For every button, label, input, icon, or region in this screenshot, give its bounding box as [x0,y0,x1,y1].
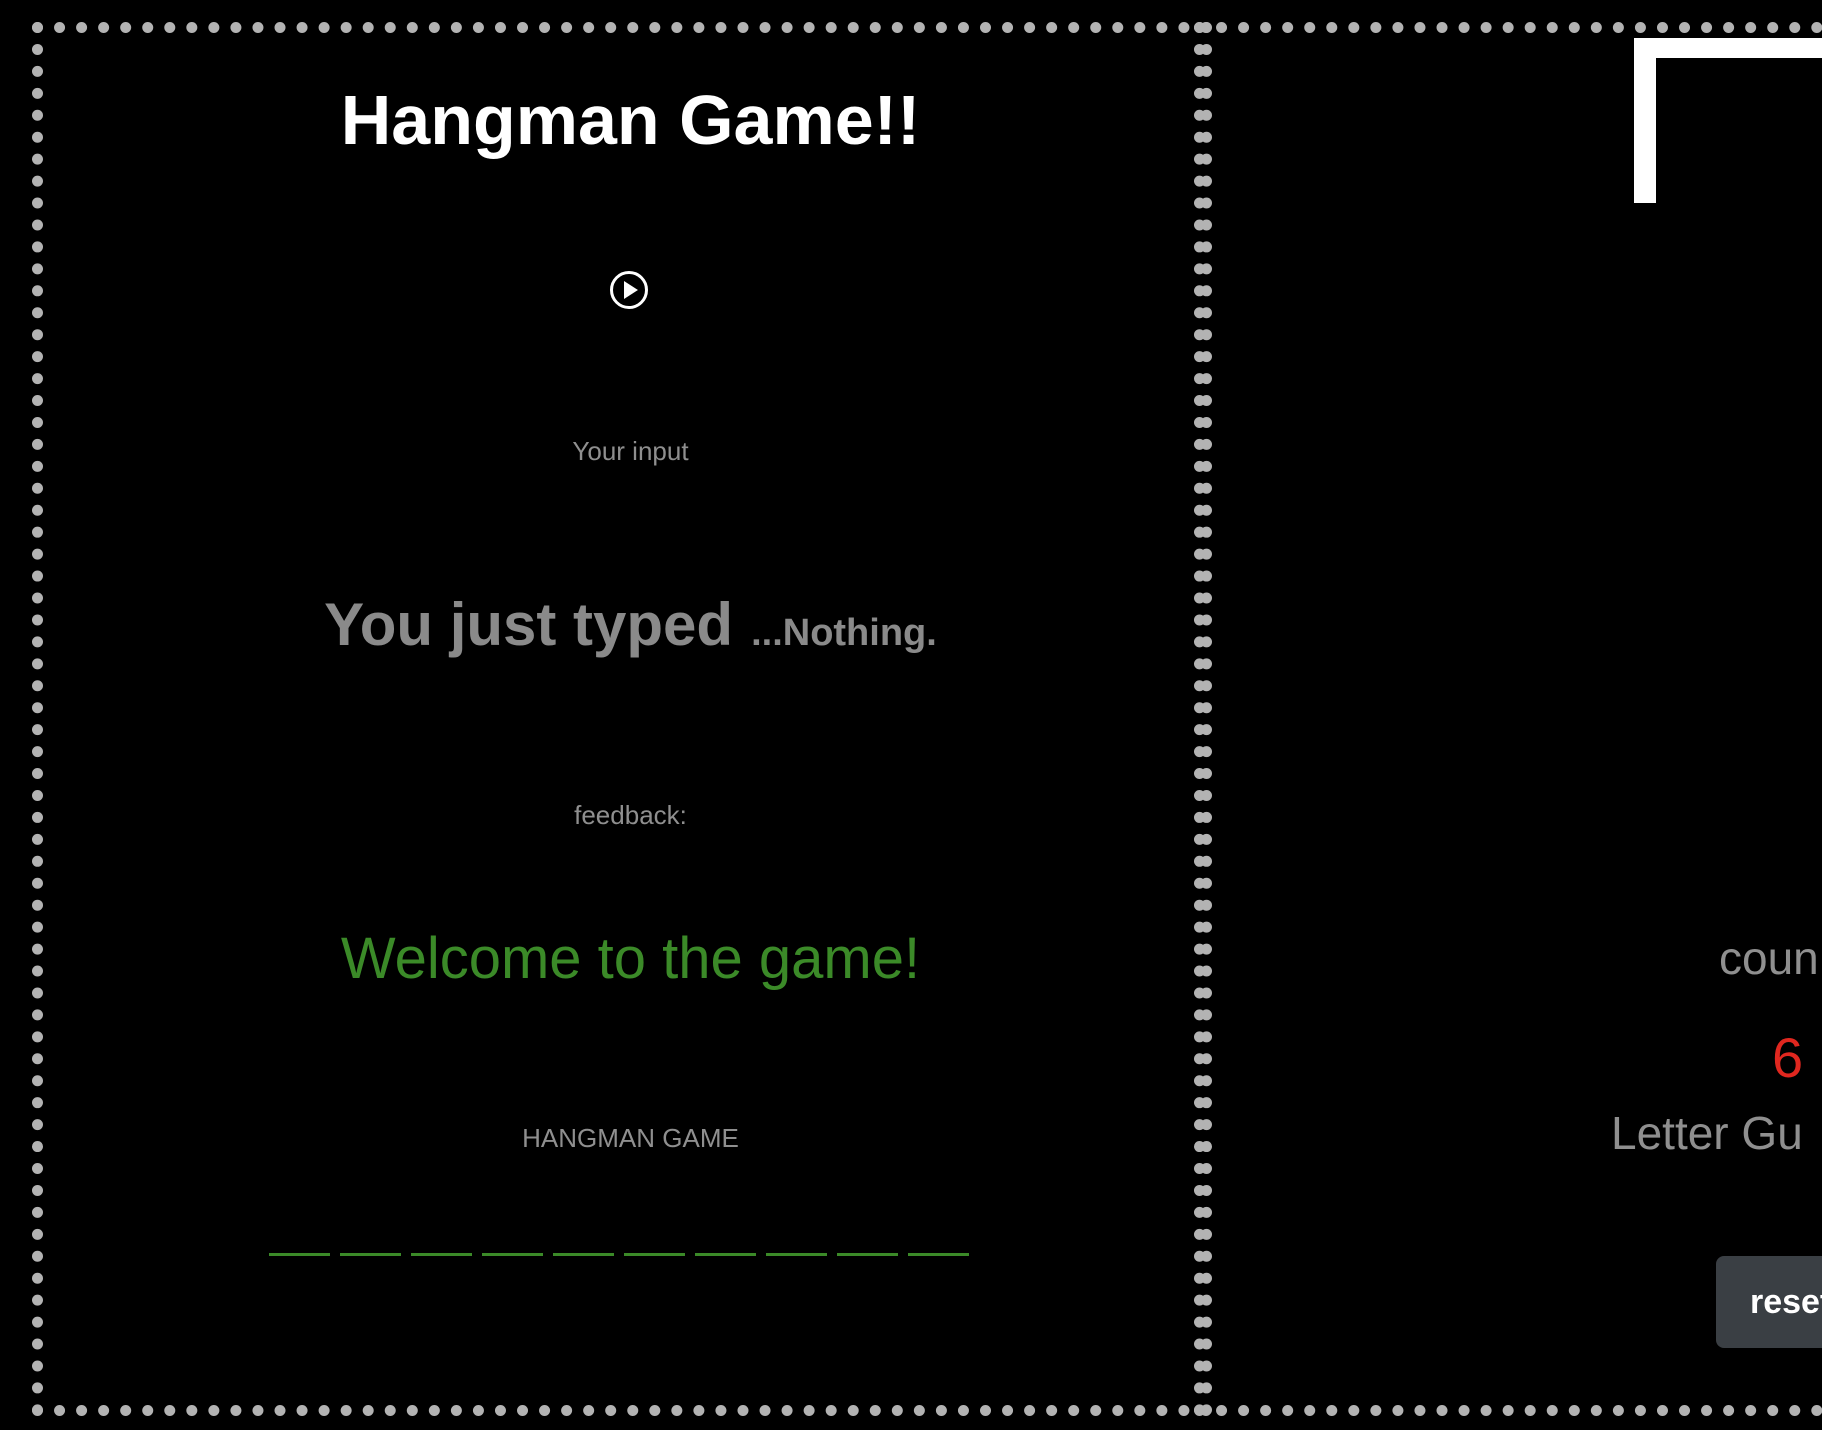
letter-blank [411,1253,472,1256]
count-value: 6 [1772,1026,1804,1089]
letter-blank [766,1253,827,1256]
game-panel-left: Hangman Game!! Your input You just typed… [32,22,1212,1416]
gallows-post [1634,38,1656,203]
word-blanks [269,1253,969,1256]
feedback-message: Welcome to the game! [340,926,921,991]
typed-value: ...Nothing. [751,612,937,654]
letter-blank [624,1253,685,1256]
letter-blank [695,1253,756,1256]
letter-guesses-label: Letter Gu [1611,1107,1803,1159]
letter-blank [482,1253,543,1256]
letter-blank [908,1253,969,1256]
page-title: Hangman Game!! [340,81,921,159]
feedback-label: feedback: [574,800,687,830]
input-label: Your input [572,436,689,466]
reset-button[interactable]: reset [1716,1256,1822,1348]
word-section-label: HANGMAN GAME [522,1123,739,1153]
play-circle-icon[interactable] [609,270,649,310]
letter-blank [553,1253,614,1256]
letter-blank [837,1253,898,1256]
game-viewport: Hangman Game!! Your input You just typed… [0,0,1822,1430]
typed-prefix: You just typed [324,591,734,658]
letter-blank [340,1253,401,1256]
typed-display: You just typed ...Nothing. [43,595,1218,655]
game-panel-right [1194,22,1822,1416]
gallows-beam [1634,38,1822,58]
letter-blank [269,1253,330,1256]
count-label: coun [1719,932,1819,984]
